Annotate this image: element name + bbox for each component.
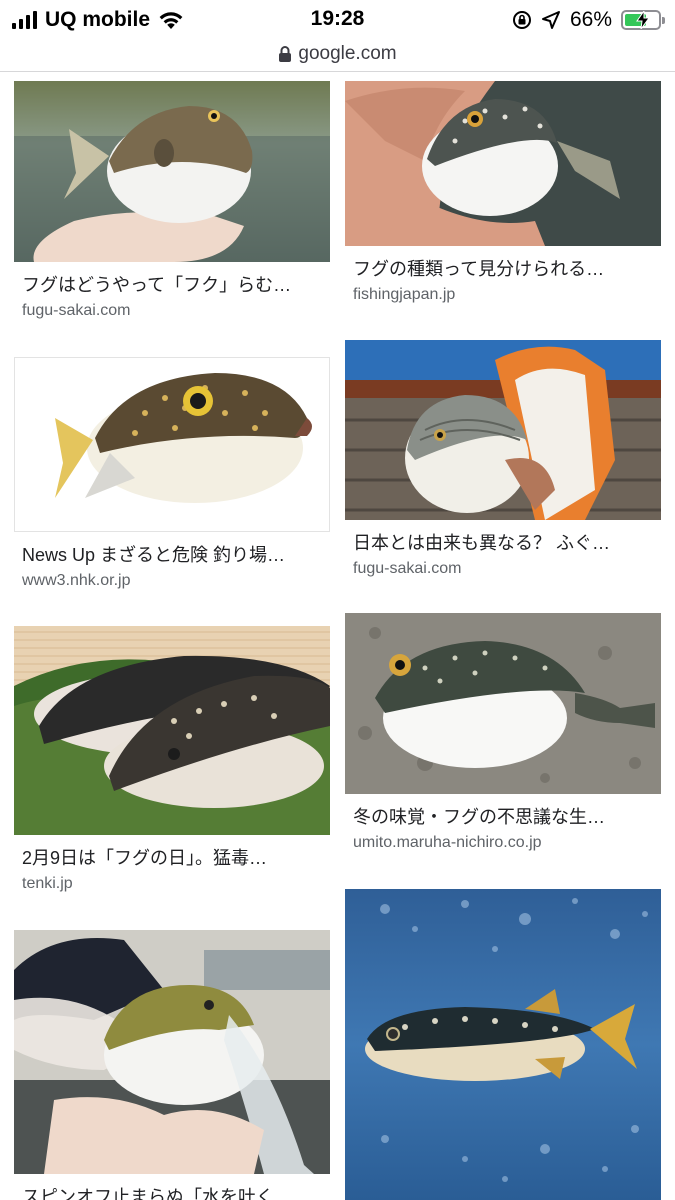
status-bar: UQ mobile 19:28 66% [0, 0, 675, 36]
result-title[interactable]: フグはどうやって「フク」らむ… [14, 272, 332, 298]
image-result-card[interactable]: 冬の味覚・フグの不思議な生… umito.maruha-nichiro.co.j… [345, 613, 663, 854]
result-thumbnail[interactable] [14, 357, 330, 532]
image-result-card[interactable]: フグはどうやって「フク」らむ… fugu-sakai.com [14, 81, 332, 322]
image-results-grid: フグはどうやって「フク」らむ… fugu-sakai.com News Up ま… [0, 72, 675, 1200]
result-title[interactable]: 日本とは由来も異なる？ ふぐ… [345, 530, 663, 556]
result-source: fugu-sakai.com [353, 560, 462, 577]
image-result-card[interactable]: スピンオフ止まらぬ「水を吐く… [14, 930, 332, 1200]
charging-bolt-icon [636, 11, 650, 29]
image-result-card[interactable]: 2月9日は「フグの日」。猛毒… tenki.jp [14, 626, 332, 895]
result-thumbnail[interactable] [345, 613, 661, 794]
result-source: umito.maruha-nichiro.co.jp [353, 834, 542, 851]
image-result-card[interactable]: News Up まざると危険 釣り場… www3.nhk.or.jp [14, 357, 332, 592]
result-thumbnail[interactable] [14, 81, 330, 262]
result-title[interactable]: スピンオフ止まらぬ「水を吐く… [14, 1184, 332, 1200]
result-thumbnail[interactable] [14, 626, 330, 835]
result-title[interactable]: News Up まざると危険 釣り場… [14, 542, 332, 568]
image-result-card[interactable]: 日本とは由来も異なる？ ふぐ… fugu-sakai.com [345, 340, 663, 580]
address-bar[interactable]: google.com [0, 36, 675, 72]
image-result-card[interactable] [345, 889, 663, 1200]
result-source: fugu-sakai.com [22, 302, 131, 319]
rotation-lock-icon [512, 11, 531, 29]
result-thumbnail[interactable] [14, 930, 330, 1174]
result-source: tenki.jp [22, 875, 73, 892]
result-thumbnail[interactable] [345, 889, 661, 1200]
result-thumbnail[interactable] [345, 340, 661, 520]
result-title[interactable]: 2月9日は「フグの日」。猛毒… [14, 845, 332, 871]
lock-icon [279, 45, 292, 62]
result-title[interactable]: フグの種類って見分けられる… [345, 256, 663, 282]
battery-icon [621, 10, 665, 30]
result-source: www3.nhk.or.jp [22, 572, 131, 589]
image-result-card[interactable]: フグの種類って見分けられる… fishingjapan.jp [345, 81, 663, 306]
result-title[interactable]: 冬の味覚・フグの不思議な生… [345, 804, 663, 830]
battery-percent: 66% [569, 8, 612, 31]
result-thumbnail[interactable] [345, 81, 661, 246]
url-text[interactable]: google.com [298, 43, 396, 65]
result-source: fishingjapan.jp [353, 286, 456, 303]
location-arrow-icon [541, 11, 560, 29]
